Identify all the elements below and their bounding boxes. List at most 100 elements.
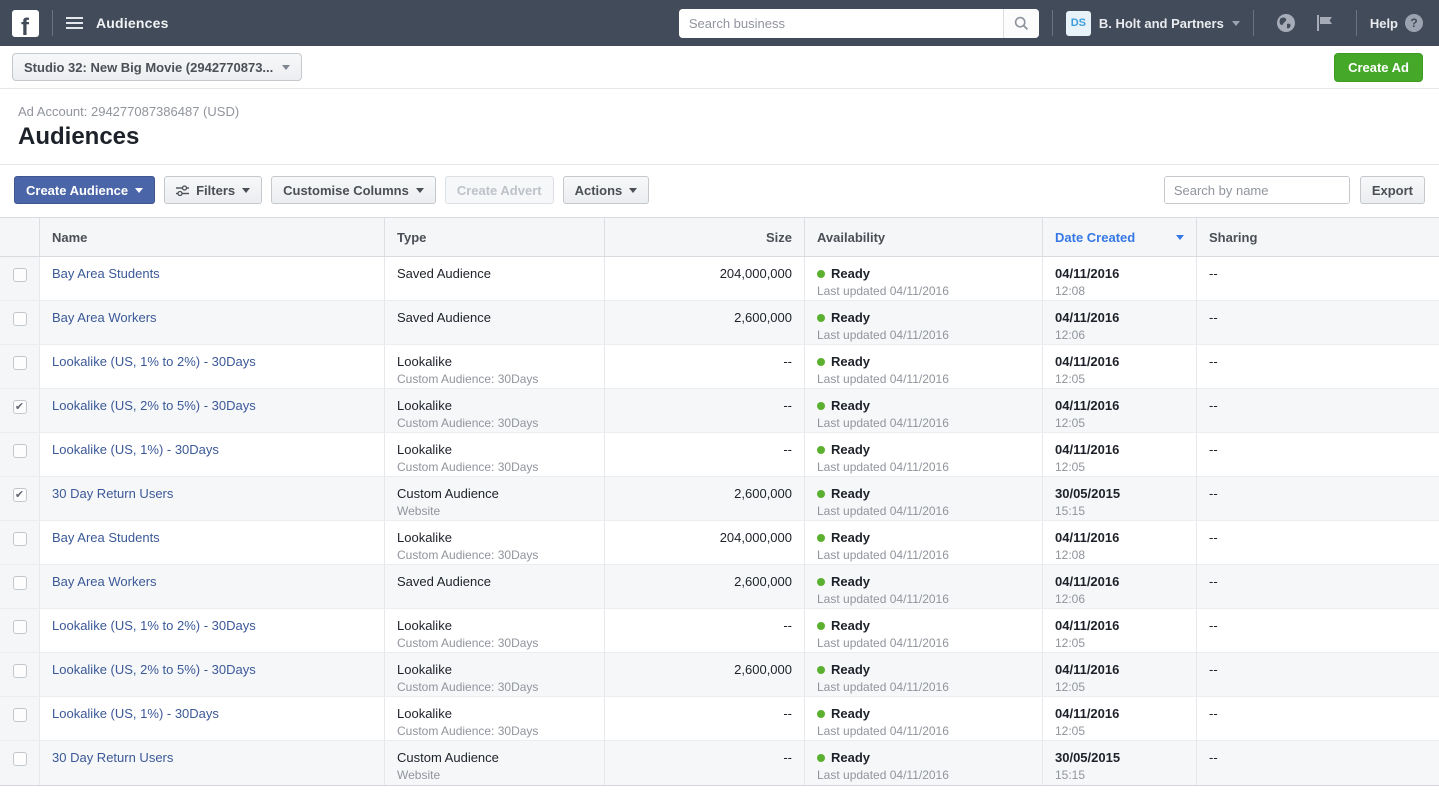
- audience-name-link[interactable]: Bay Area Workers: [52, 574, 157, 589]
- time-text: 12:05: [1055, 416, 1086, 430]
- sharing-cell: --: [1209, 486, 1218, 501]
- filters-button[interactable]: Filters: [164, 176, 263, 204]
- flag-icon[interactable]: [1314, 14, 1334, 32]
- checkbox-cell: [0, 653, 40, 696]
- name-cell: 30 Day Return Users: [40, 741, 385, 785]
- table-row[interactable]: Bay Area Workers Saved Audience 2,600,00…: [0, 565, 1439, 609]
- menu-icon[interactable]: [66, 17, 83, 29]
- ready-dot-icon: [817, 621, 825, 630]
- table-row[interactable]: 30 Day Return Users Custom Audience Webs…: [0, 741, 1439, 785]
- status-sub: Last updated 04/11/2016: [817, 416, 949, 430]
- globe-icon[interactable]: [1276, 13, 1296, 33]
- audience-name-link[interactable]: Bay Area Students: [52, 530, 160, 545]
- row-checkbox[interactable]: [12, 708, 27, 722]
- filters-icon: [176, 184, 190, 196]
- search-icon[interactable]: [1002, 8, 1039, 38]
- date-created-cell: 04/11/2016 12:05: [1043, 697, 1197, 740]
- actions-button[interactable]: Actions: [562, 176, 650, 204]
- column-header-size[interactable]: Size: [605, 218, 805, 256]
- table-row[interactable]: Bay Area Students Lookalike Custom Audie…: [0, 521, 1439, 565]
- column-header-name[interactable]: Name: [40, 218, 385, 256]
- size-cell: 204,000,000: [605, 521, 805, 564]
- type-cell: Lookalike Custom Audience: 30Days: [385, 697, 605, 740]
- availability-cell: Ready Last updated 04/11/2016: [805, 389, 1043, 432]
- column-header-sharing[interactable]: Sharing: [1197, 218, 1439, 256]
- create-ad-button[interactable]: Create Ad: [1334, 52, 1423, 82]
- row-checkbox[interactable]: [12, 356, 27, 370]
- type-cell: Lookalike Custom Audience: 30Days: [385, 653, 605, 696]
- row-checkbox[interactable]: [12, 444, 27, 458]
- status-text: Ready: [831, 618, 871, 633]
- row-checkbox[interactable]: [12, 532, 27, 546]
- audience-name-link[interactable]: Lookalike (US, 1% to 2%) - 30Days: [52, 618, 256, 633]
- audience-name-link[interactable]: 30 Day Return Users: [52, 750, 173, 765]
- status-text: Ready: [831, 574, 871, 589]
- page-title: Audiences: [18, 123, 140, 150]
- audience-name-link[interactable]: Bay Area Workers: [52, 310, 157, 325]
- business-search-input[interactable]: [678, 8, 1003, 38]
- column-header-availability[interactable]: Availability: [805, 218, 1043, 256]
- row-checkbox[interactable]: [12, 620, 27, 634]
- row-checkbox[interactable]: [12, 400, 27, 414]
- row-checkbox[interactable]: [12, 488, 27, 502]
- audience-name-link[interactable]: Lookalike (US, 1%) - 30Days: [52, 706, 219, 721]
- availability-cell: Ready Last updated 04/11/2016: [805, 345, 1043, 388]
- topbar-right: DS B. Holt and Partners Help ?: [1039, 10, 1423, 36]
- table-row[interactable]: Lookalike (US, 2% to 5%) - 30Days Lookal…: [0, 389, 1439, 433]
- status-text: Ready: [831, 266, 871, 281]
- audience-name-link[interactable]: Lookalike (US, 1% to 2%) - 30Days: [52, 354, 256, 369]
- date-text: 04/11/2016: [1055, 266, 1120, 281]
- type-primary: Lookalike: [397, 662, 452, 677]
- select-all-cell[interactable]: [0, 218, 40, 256]
- table-row[interactable]: Lookalike (US, 1%) - 30Days Lookalike Cu…: [0, 697, 1439, 741]
- create-audience-button[interactable]: Create Audience: [14, 176, 156, 204]
- table-row[interactable]: Bay Area Students Saved Audience 204,000…: [0, 257, 1439, 301]
- help-button[interactable]: Help ?: [1370, 14, 1423, 32]
- availability-cell: Ready Last updated 04/11/2016: [805, 257, 1043, 300]
- row-checkbox[interactable]: [12, 576, 27, 590]
- size-cell: --: [605, 697, 805, 740]
- ready-dot-icon: [817, 709, 825, 718]
- table-row[interactable]: Lookalike (US, 1%) - 30Days Lookalike Cu…: [0, 433, 1439, 477]
- chevron-down-icon: [415, 187, 424, 193]
- row-checkbox[interactable]: [12, 752, 27, 766]
- size-cell: --: [605, 741, 805, 785]
- business-menu[interactable]: DS B. Holt and Partners: [1065, 10, 1240, 36]
- availability-cell: Ready Last updated 04/11/2016: [805, 697, 1043, 740]
- divider: [52, 10, 53, 36]
- ready-dot-icon: [817, 445, 825, 454]
- audience-name-link[interactable]: Lookalike (US, 1%) - 30Days: [52, 442, 219, 457]
- chevron-down-icon: [282, 64, 291, 70]
- row-checkbox[interactable]: [12, 664, 27, 678]
- size-cell: --: [605, 433, 805, 476]
- table-row[interactable]: Bay Area Workers Saved Audience 2,600,00…: [0, 301, 1439, 345]
- type-cell: Lookalike Custom Audience: 30Days: [385, 345, 605, 388]
- audience-name-link[interactable]: 30 Day Return Users: [52, 486, 173, 501]
- business-search: [678, 8, 1039, 38]
- ready-dot-icon: [817, 577, 825, 586]
- table-row[interactable]: Lookalike (US, 1% to 2%) - 30Days Lookal…: [0, 609, 1439, 653]
- size-cell: 2,600,000: [605, 565, 805, 608]
- table-row[interactable]: Lookalike (US, 2% to 5%) - 30Days Lookal…: [0, 653, 1439, 697]
- table-row[interactable]: Lookalike (US, 1% to 2%) - 30Days Lookal…: [0, 345, 1439, 389]
- row-checkbox[interactable]: [12, 312, 27, 326]
- facebook-logo-icon[interactable]: f: [12, 9, 39, 37]
- name-cell: Lookalike (US, 2% to 5%) - 30Days: [40, 389, 385, 432]
- account-selector-dropdown[interactable]: Studio 32: New Big Movie (2942770873...: [12, 53, 303, 81]
- customise-columns-button[interactable]: Customise Columns: [271, 176, 436, 204]
- availability-cell: Ready Last updated 04/11/2016: [805, 477, 1043, 520]
- audience-name-link[interactable]: Lookalike (US, 2% to 5%) - 30Days: [52, 398, 256, 413]
- table-row[interactable]: 30 Day Return Users Custom Audience Webs…: [0, 477, 1439, 521]
- row-checkbox[interactable]: [12, 268, 27, 282]
- column-header-type[interactable]: Type: [385, 218, 605, 256]
- sharing-cell: --: [1209, 574, 1218, 589]
- audience-name-link[interactable]: Bay Area Students: [52, 266, 160, 281]
- divider: [1051, 10, 1053, 36]
- search-by-name-input[interactable]: [1164, 177, 1349, 203]
- sharing-cell: --: [1209, 398, 1218, 413]
- page-head: Ad Account: 294277087386487 (USD) Audien…: [0, 89, 1439, 151]
- column-header-date-created[interactable]: Date Created: [1043, 218, 1197, 256]
- audience-name-link[interactable]: Lookalike (US, 2% to 5%) - 30Days: [52, 662, 256, 677]
- name-cell: Lookalike (US, 2% to 5%) - 30Days: [40, 653, 385, 696]
- export-button[interactable]: Export: [1359, 176, 1425, 204]
